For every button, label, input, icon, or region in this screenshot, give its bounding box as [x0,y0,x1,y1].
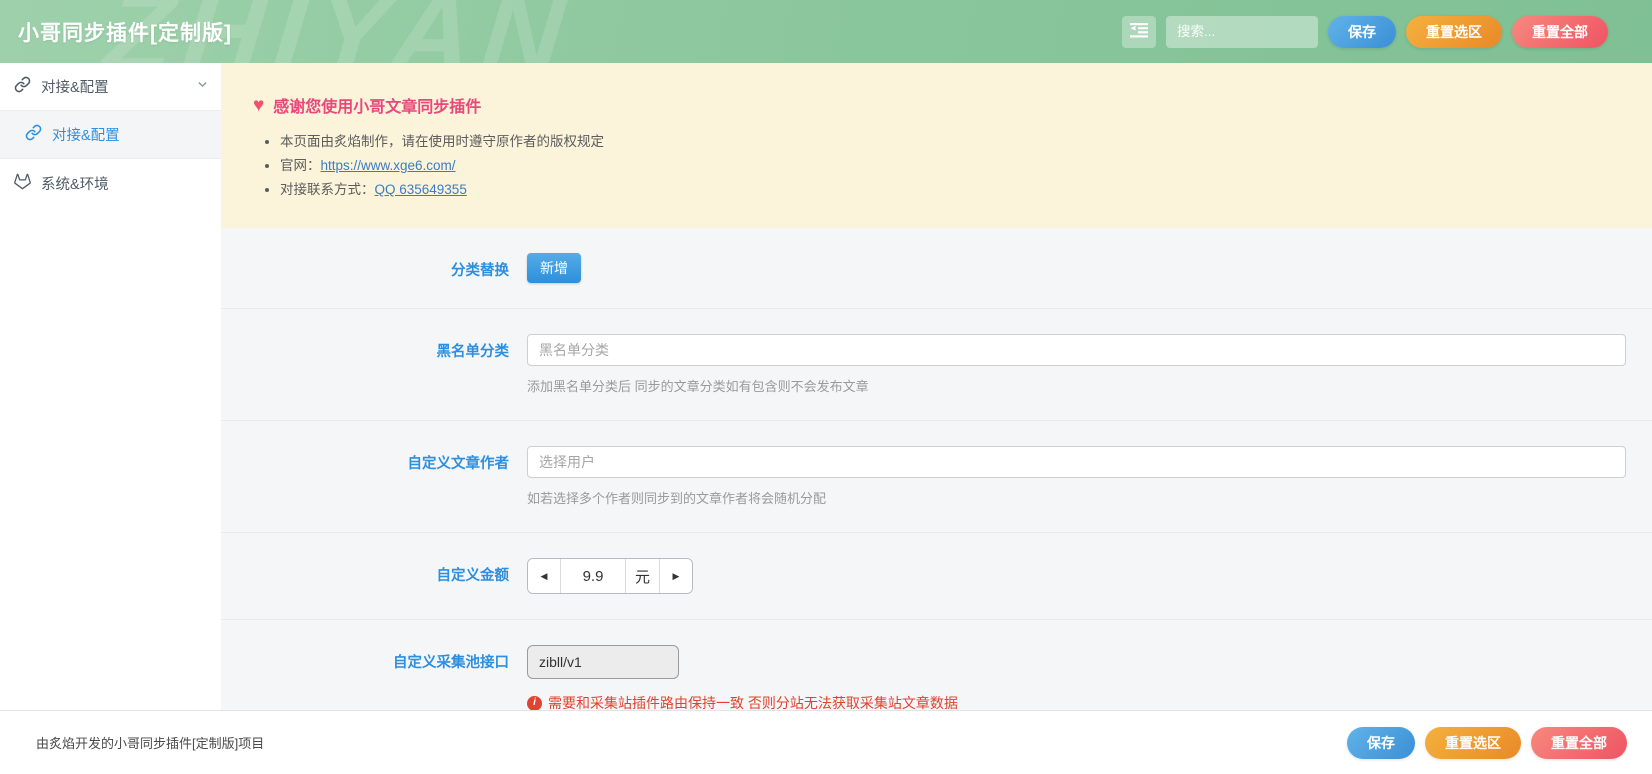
pool-api-input[interactable] [527,645,679,679]
collapse-menu-button[interactable] [1122,16,1156,48]
amount-input[interactable] [560,559,626,593]
amount-unit: 元 [626,559,660,593]
notice-item: 本页面由炙焰制作，请在使用时遵守原作者的版权规定 [280,130,1622,153]
page-title: 小哥同步插件[定制版] [18,17,232,47]
footer-bar: 由炙焰开发的小哥同步插件[定制版]项目 保存 重置选区 重置全部 [0,710,1652,774]
reset-selection-button-footer[interactable]: 重置选区 [1425,727,1521,759]
add-category-button[interactable]: 新增 [527,253,581,283]
sidebar-item-label: 对接&配置 [52,124,120,145]
settings-form: 分类替换 新增 黑名单分类 添加黑名单分类后 同步的文章分类如有包含则不会发布文… [221,228,1652,774]
notice-text: 本页面由炙焰制作，请在使用时遵守原作者的版权规定 [280,134,604,149]
field-help-text: 如若选择多个作者则同步到的文章作者将会随机分配 [527,488,1626,507]
body-wrap: 对接&配置 对接&配置 [0,63,1652,710]
header-bar: ZHIYAN 小哥同步插件[定制版] 保存 重置选区 重置全部 [0,0,1652,63]
info-icon: i [527,696,542,711]
app-window: ZHIYAN 小哥同步插件[定制版] 保存 重置选区 重置全部 [0,0,1652,774]
reset-all-button-footer[interactable]: 重置全部 [1531,727,1627,759]
field-label: 自定义金额 [221,558,527,585]
heart-icon: ♥ [253,96,264,115]
row-blacklist-category: 黑名单分类 添加黑名单分类后 同步的文章分类如有包含则不会发布文章 [221,309,1652,421]
reset-selection-button[interactable]: 重置选区 [1406,16,1502,48]
amount-stepper: ◀ 元 ▶ [527,558,693,594]
link-icon [14,76,31,97]
footer-text: 由炙焰开发的小哥同步插件[定制版]项目 [36,733,264,752]
increase-amount-button[interactable]: ▶ [660,559,692,593]
notice-item: 对接联系方式：QQ 635649355 [280,178,1622,201]
notice-list: 本页面由炙焰制作，请在使用时遵守原作者的版权规定 官网：https://www.… [280,130,1622,201]
main-content: ♥ 感谢您使用小哥文章同步插件 本页面由炙焰制作，请在使用时遵守原作者的版权规定… [221,63,1652,710]
header-actions: 保存 重置选区 重置全部 [1122,16,1608,48]
official-site-link[interactable]: https://www.xge6.com/ [321,158,456,173]
row-category-replace: 分类替换 新增 [221,228,1652,309]
field-label: 黑名单分类 [221,334,527,361]
decrease-amount-button[interactable]: ◀ [528,559,560,593]
qq-contact-link[interactable]: QQ 635649355 [375,182,467,197]
notice-heading: ♥ 感谢您使用小哥文章同步插件 [253,93,1622,117]
notice-item: 官网：https://www.xge6.com/ [280,154,1622,177]
left-arrow-icon: ◀ [541,571,548,582]
reset-all-button[interactable]: 重置全部 [1512,16,1608,48]
notice-text: 官网： [280,158,321,173]
search-input[interactable] [1166,16,1318,48]
row-custom-author: 自定义文章作者 如若选择多个作者则同步到的文章作者将会随机分配 [221,421,1652,533]
notice-title: 感谢您使用小哥文章同步插件 [273,93,481,117]
footer-actions: 保存 重置选区 重置全部 [1347,727,1627,759]
notice-panel: ♥ 感谢您使用小哥文章同步插件 本页面由炙焰制作，请在使用时遵守原作者的版权规定… [221,63,1652,228]
sidebar-item-label: 系统&环境 [41,173,109,194]
indent-icon [1130,22,1148,41]
custom-author-input[interactable] [527,446,1626,478]
sidebar-item-label: 对接&配置 [41,76,186,97]
notice-text: 对接联系方式： [280,182,375,197]
chevron-down-icon [196,78,209,95]
row-custom-amount: 自定义金额 ◀ 元 ▶ [221,533,1652,620]
sidebar-item-system-env[interactable]: 系统&环境 [0,159,221,207]
save-button[interactable]: 保存 [1328,16,1396,48]
field-label: 分类替换 [221,253,527,280]
sidebar: 对接&配置 对接&配置 [0,63,221,710]
gitlab-icon [14,173,31,194]
sidebar-item-connect-config-parent[interactable]: 对接&配置 [0,63,221,111]
field-label: 自定义文章作者 [221,446,527,473]
link-icon [25,124,42,145]
blacklist-category-input[interactable] [527,334,1626,366]
save-button-footer[interactable]: 保存 [1347,727,1415,759]
field-label: 自定义采集池接口 [221,645,527,672]
sidebar-item-connect-config[interactable]: 对接&配置 [0,111,221,159]
field-help-text: 添加黑名单分类后 同步的文章分类如有包含则不会发布文章 [527,376,1626,395]
right-arrow-icon: ▶ [673,571,680,582]
